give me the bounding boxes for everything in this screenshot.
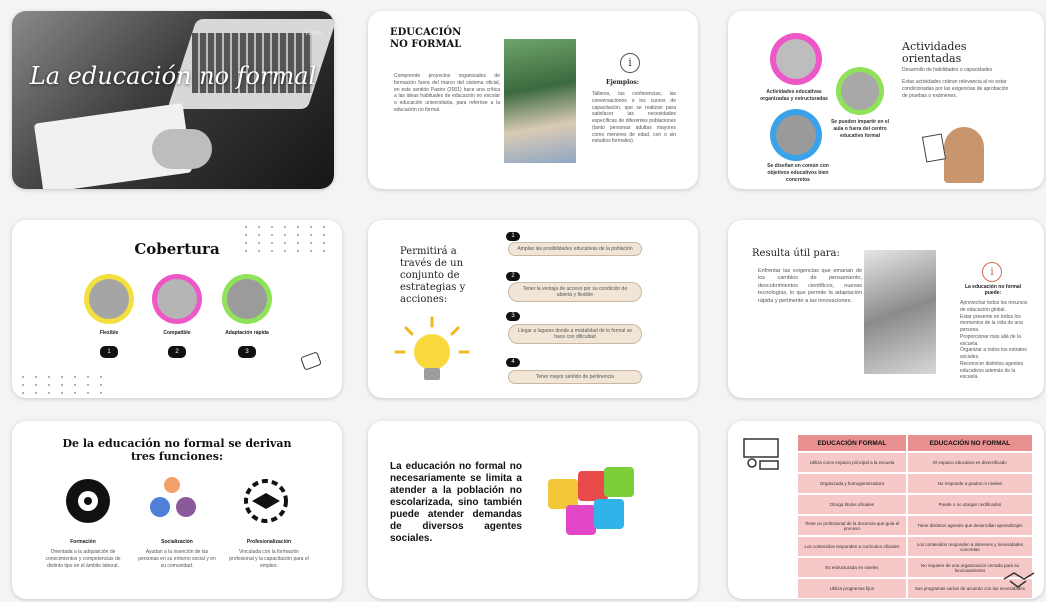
slide-5-thumbnail[interactable]: Permitirá a través de un conjunto de est… [368,220,698,398]
side-list: Aprovechar todos los recursos de educaci… [960,300,1028,381]
lightbulb-icon [394,316,470,380]
slide-description: Estas actividades cobran relevancia al n… [902,79,1009,99]
table-row: Utiliza como espacio principal a la escu… [798,453,1032,472]
slide-7-thumbnail[interactable]: De la educación no formal se derivan tre… [12,421,342,599]
comparison-table: EDUCACIÓN FORMAL EDUCACIÓN NO FORMAL Uti… [796,433,1034,599]
circle-adaptation [222,274,272,324]
step-text-2: Tener la ventaja de acceso por su condic… [508,282,642,302]
col-text-socializacion: Ayudan a la inserción de las personas en… [138,549,216,569]
caption-2: Se pueden impartir en el aula o fuera de… [830,119,890,139]
circle-photo-1 [770,33,822,85]
side-item-2: Estar presente en todos los momentos de … [960,313,1023,334]
side-item-4: Organizar a todos los estratos sociales. [960,347,1027,360]
hand-icon [300,351,322,371]
slide-text: La educación no formal no necesariamente… [390,461,522,544]
side-item-5: Reconocer distintos agentes educativos a… [960,360,1024,381]
side-item-1: Aprovechar todos los recursos de educaci… [960,300,1028,313]
cell: Otorga títulos oficiales [798,495,906,514]
table-row: Tiene un profesional de la docencia que … [798,516,1032,535]
slide-title: La educación no formal [29,62,317,90]
col-label-socializacion: Socialización [161,539,193,545]
circle-photo-2 [836,67,884,115]
photo-laptop-woman [864,250,936,374]
label-adaptation: Adaptación rápida [225,330,269,336]
examples-text: Talleres, las conferencias, las conversa… [592,91,676,145]
brain-gear-icon [66,479,110,523]
graduation-gear-icon [244,479,288,523]
cell: Tiene distintos agentes que desarrollan … [907,516,1032,535]
number-badge-1: 1 [100,346,118,358]
slide-title: Resulta útil para: [752,248,840,259]
cell: Los contenidos responden a currículos of… [798,537,906,556]
side-item-3: Proporcionar más allá de la escuela. [960,333,1021,347]
table-row: Los contenidos responden a currículos of… [798,537,1032,556]
cell: Tiene un profesional de la docencia que … [798,516,906,535]
circle-photo-3 [770,109,822,161]
cell: Utiliza como espacio principal a la escu… [798,453,906,472]
paper-illustration [921,133,947,163]
slide-6-thumbnail[interactable]: Resulta útil para: Enfrentar las exigenc… [728,220,1044,398]
slide-8-thumbnail[interactable]: La educación no formal no necesariamente… [368,421,698,599]
puzzle-icon [548,467,636,545]
photo-people [504,39,576,163]
table-row: Utiliza programas fijos Sus programas var… [798,579,1032,598]
col-text-profesionalizacion: Vinculada con la formación profesional y… [229,549,309,569]
slide-3-thumbnail[interactable]: Actividades educativas organizadas y est… [728,11,1044,189]
classroom-icon [743,438,779,470]
label-flexible: Flexible [99,330,119,336]
cell: Organizada y homogeneizadora [798,474,906,493]
header-no-formal: EDUCACIÓN NO FORMAL [907,435,1032,451]
people-group-icon [150,477,202,525]
col-label-formacion: Formación [70,539,96,545]
table-row: Es estructurada en niveles No requiere de… [798,558,1032,577]
step-number-3: 3 [506,312,520,321]
label-compatible: Compatible [163,330,191,336]
cell: No responde a grados ni niveles [907,474,1032,493]
table-row: Otorga títulos oficiales Puede o no otorg… [798,495,1032,514]
step-number-4: 4 [506,358,520,367]
slide-title: De la educación no formal se derivan tre… [62,437,292,463]
cell: Puede o no otorgar certificados [907,495,1032,514]
slide-2-thumbnail[interactable]: EDUCACIÓN NO FORMAL Comprende proyectos … [368,11,698,189]
info-icon: i [620,53,640,73]
handshake-icon [1003,572,1035,588]
caption-1: Actividades educativas organizadas y est… [760,89,828,102]
person-illustration [944,127,984,183]
slide-subtitle: Desarrollo de habilidades o capacidades [902,67,993,73]
number-badge-2: 2 [168,346,186,358]
slide-title: EDUCACIÓN NO FORMAL [390,27,462,50]
caption-3: Se diseñan en común con objetivos educat… [767,163,829,183]
step-text-3: Llegar a lugares donde a modalidad de lo… [508,324,642,344]
col-text-formacion: Orientada a la adquisición de conocimien… [45,549,121,569]
slide-heading: Permitirá a través de un conjunto de est… [400,246,466,305]
cell: Es estructurada en niveles [798,558,906,577]
number-badge-3: 3 [238,346,256,358]
circle-flexible [84,274,134,324]
step-text-4: Tener mayor sentido de pertinencia [508,370,642,384]
cell: Los contenidos responden a intereses y n… [907,537,1032,556]
side-title: La educación no formal puede: [964,284,1022,296]
slide-title: Actividades orientadas [902,40,967,65]
dot-pattern-bottom [22,376,107,394]
slide-body: Enfrentar las exigencias que emanan de l… [758,268,862,304]
slide-4-thumbnail[interactable]: Cobertura Flexible Compatible Adaptación… [12,220,342,398]
table-row: Organizada y homogeneizadora No responde … [798,474,1032,493]
step-number-1: 1 [506,232,520,241]
cell: El espacio educativo es diversificado [907,453,1032,472]
slide-9-thumbnail[interactable]: EDUCACIÓN FORMAL EDUCACIÓN NO FORMAL Uti… [728,421,1044,599]
hand-image [152,129,212,169]
dot-pattern-top [245,226,330,252]
bullet-text: Comprende proyectos organizados de forma… [394,73,500,113]
col-label-profesionalizacion: Profesionalización [246,539,292,545]
step-text-1: Ampliar las posibilidades educativas de … [508,242,642,256]
step-number-2: 2 [506,272,520,281]
examples-label: Ejemplos: [606,79,639,86]
slide-tag: Tutoru [304,31,322,37]
header-formal: EDUCACIÓN FORMAL [798,435,906,451]
circle-compatible [152,274,202,324]
info-icon: i [982,262,1002,282]
slide-1-thumbnail[interactable]: Tutoru La educación no formal [12,11,334,189]
cell: Utiliza programas fijos [798,579,906,598]
